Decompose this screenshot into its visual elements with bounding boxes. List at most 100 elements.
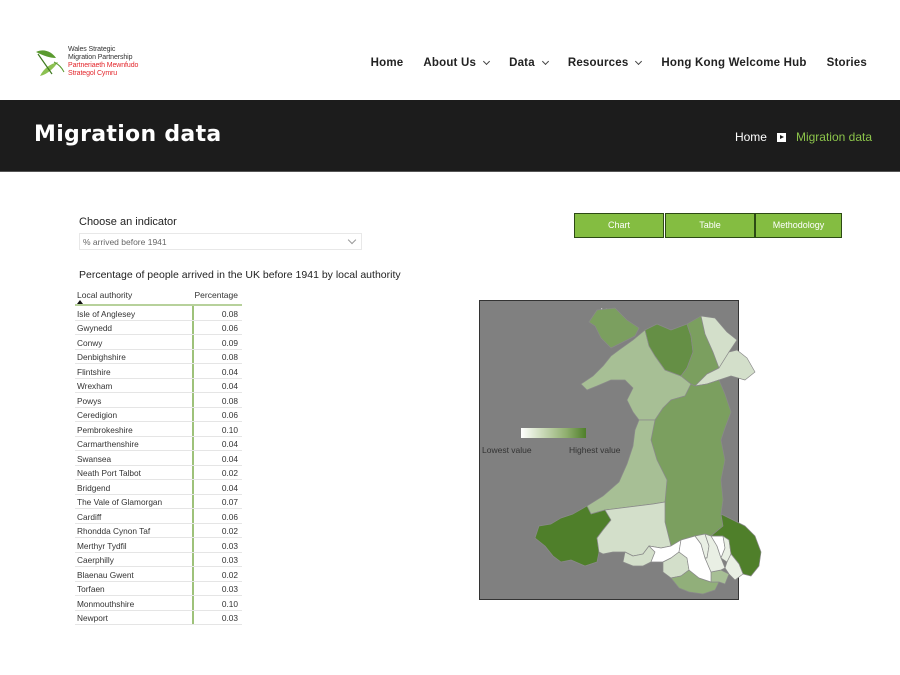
caret-right-icon [776, 132, 786, 142]
chevron-down-icon [483, 57, 491, 66]
percentage-cell: 0.03 [221, 540, 238, 551]
table-row[interactable]: Powys 0.08 [75, 393, 242, 408]
table-body: Isle of Anglesey 0.08 Gwynedd 0.06 Conwy 0.09… [75, 306, 242, 625]
table-row[interactable]: Conwy 0.09 [75, 335, 242, 350]
data-table: Local authority Percentage Isle of Angle… [75, 287, 242, 625]
percentage-cell: 0.03 [221, 584, 238, 594]
percentage-cell: 0.08 [221, 308, 238, 319]
local-authority-cell: Isle of Anglesey [77, 308, 136, 319]
table-row[interactable]: Isle of Anglesey 0.08 [75, 306, 242, 321]
table-row[interactable]: Newport 0.03 [75, 611, 242, 625]
sort-ascending-icon[interactable] [77, 300, 83, 304]
local-authority-cell: Swansea [77, 453, 112, 464]
percentage-cell: 0.02 [221, 468, 238, 478]
table-row[interactable]: Carmarthenshire 0.04 [75, 437, 242, 451]
breadcrumb: Home Migration data [735, 130, 872, 144]
logo-cy-line-2: Strategol Cymru [68, 70, 118, 77]
table-row[interactable]: Bridgend 0.04 [75, 480, 242, 495]
table-button[interactable]: Table [665, 213, 755, 238]
local-authority-cell: Carmarthenshire [77, 439, 139, 449]
breadcrumb-home-link[interactable]: Home [735, 130, 767, 144]
percentage-cell: 0.03 [221, 555, 238, 565]
breadcrumb-current: Migration data [795, 130, 872, 144]
table-row[interactable]: Pembrokeshire 0.10 [75, 422, 242, 437]
chart-button[interactable]: Chart [574, 213, 664, 238]
indicator-label: Choose an indicator [79, 216, 177, 228]
nav-about-us-label: About Us [423, 57, 477, 69]
main-nav: Home About Us Data Resources Hong Kong W… [351, 57, 867, 69]
table-row[interactable]: Gwynedd 0.06 [75, 321, 242, 335]
percentage-cell: 0.04 [221, 366, 238, 377]
local-authority-cell: Conwy [77, 337, 103, 348]
local-authority-cell: The Vale of Glamorgan [77, 497, 163, 507]
percentage-cell: 0.03 [221, 613, 238, 623]
percentage-cell: 0.06 [221, 410, 238, 420]
column-header-percentage[interactable]: Percentage [195, 290, 238, 300]
logo-text: Wales Strategic Migration Partnership Pa… [68, 46, 138, 78]
table-row[interactable]: Merthyr Tydfil 0.03 [75, 538, 242, 553]
table-row[interactable]: Cardiff 0.06 [75, 509, 242, 524]
nav-hong-kong-welcome-hub[interactable]: Hong Kong Welcome Hub [661, 57, 806, 69]
chevron-down-icon [347, 235, 357, 245]
column-header-local-authority[interactable]: Local authority [77, 290, 132, 300]
local-authority-cell: Flintshire [77, 366, 111, 377]
nav-about-us[interactable]: About Us [423, 57, 491, 69]
methodology-button[interactable]: Methodology [755, 213, 842, 238]
local-authority-cell: Denbighshire [77, 352, 126, 362]
page-banner: Migration data Home Migration data [0, 100, 900, 172]
logo-cy-line-1: Partneriaeth Mewnfudo [68, 62, 139, 69]
table-row[interactable]: Blaenau Gwent 0.02 [75, 567, 242, 582]
nav-stories[interactable]: Stories [827, 57, 867, 69]
nav-resources-label: Resources [567, 57, 629, 69]
table-row[interactable]: Swansea 0.04 [75, 451, 242, 466]
local-authority-cell: Rhondda Cynon Taf [77, 526, 151, 536]
table-row[interactable]: Rhondda Cynon Taf 0.02 [75, 524, 242, 538]
nav-data[interactable]: Data [509, 57, 549, 69]
table-row[interactable]: Caerphilly 0.03 [75, 553, 242, 567]
local-authority-cell: Bridgend [77, 482, 111, 493]
site-logo[interactable]: Wales Strategic Migration Partnership Pa… [34, 46, 164, 82]
dove-leaf-icon [36, 50, 65, 76]
local-authority-cell: Caerphilly [77, 555, 114, 565]
logo-en-line-2: Migration Partnership [68, 54, 133, 61]
percentage-cell: 0.02 [221, 569, 238, 580]
percentage-cell: 0.10 [221, 598, 238, 609]
nav-data-label: Data [509, 57, 535, 69]
nav-hk-label: Hong Kong Welcome Hub [661, 57, 807, 69]
local-authority-cell: Ceredigion [77, 410, 118, 420]
table-row[interactable]: Monmouthshire 0.10 [75, 596, 242, 611]
local-authority-cell: Merthyr Tydfil [77, 540, 127, 551]
table-title: Percentage of people arrived in the UK b… [79, 269, 401, 281]
table-row[interactable]: Ceredigion 0.06 [75, 408, 242, 422]
percentage-cell: 0.08 [221, 395, 238, 406]
wales-choropleth-map[interactable] [515, 300, 775, 600]
table-row[interactable]: Denbighshire 0.08 [75, 350, 242, 364]
table-row[interactable]: Neath Port Talbot 0.02 [75, 466, 242, 480]
percentage-cell: 0.10 [221, 424, 238, 435]
nav-resources[interactable]: Resources [567, 57, 643, 69]
percentage-cell: 0.07 [221, 497, 238, 507]
map-region-cardiff[interactable] [710, 569, 730, 585]
local-authority-cell: Wrexham [77, 381, 113, 391]
table-row[interactable]: The Vale of Glamorgan 0.07 [75, 495, 242, 509]
local-authority-cell: Newport [77, 613, 108, 623]
local-authority-cell: Gwynedd [77, 323, 113, 333]
percentage-cell: 0.06 [221, 511, 238, 522]
local-authority-cell: Pembrokeshire [77, 424, 133, 435]
nav-home[interactable]: Home [371, 57, 404, 69]
table-row[interactable]: Wrexham 0.04 [75, 379, 242, 393]
table-header: Local authority Percentage [75, 287, 242, 306]
nav-home-label: Home [370, 57, 404, 69]
percentage-cell: 0.04 [221, 381, 238, 391]
chevron-down-icon [635, 57, 643, 66]
percentage-cell: 0.04 [221, 482, 238, 493]
percentage-cell: 0.08 [221, 352, 238, 362]
indicator-dropdown[interactable]: % arrived before 1941 [79, 233, 362, 250]
table-row[interactable]: Torfaen 0.03 [75, 582, 242, 596]
site-header: Wales Strategic Migration Partnership Pa… [0, 0, 900, 100]
local-authority-cell: Blaenau Gwent [77, 569, 134, 580]
table-row[interactable]: Flintshire 0.04 [75, 364, 242, 379]
local-authority-cell: Neath Port Talbot [77, 468, 141, 478]
local-authority-cell: Monmouthshire [77, 598, 135, 609]
local-authority-cell: Torfaen [77, 584, 105, 594]
